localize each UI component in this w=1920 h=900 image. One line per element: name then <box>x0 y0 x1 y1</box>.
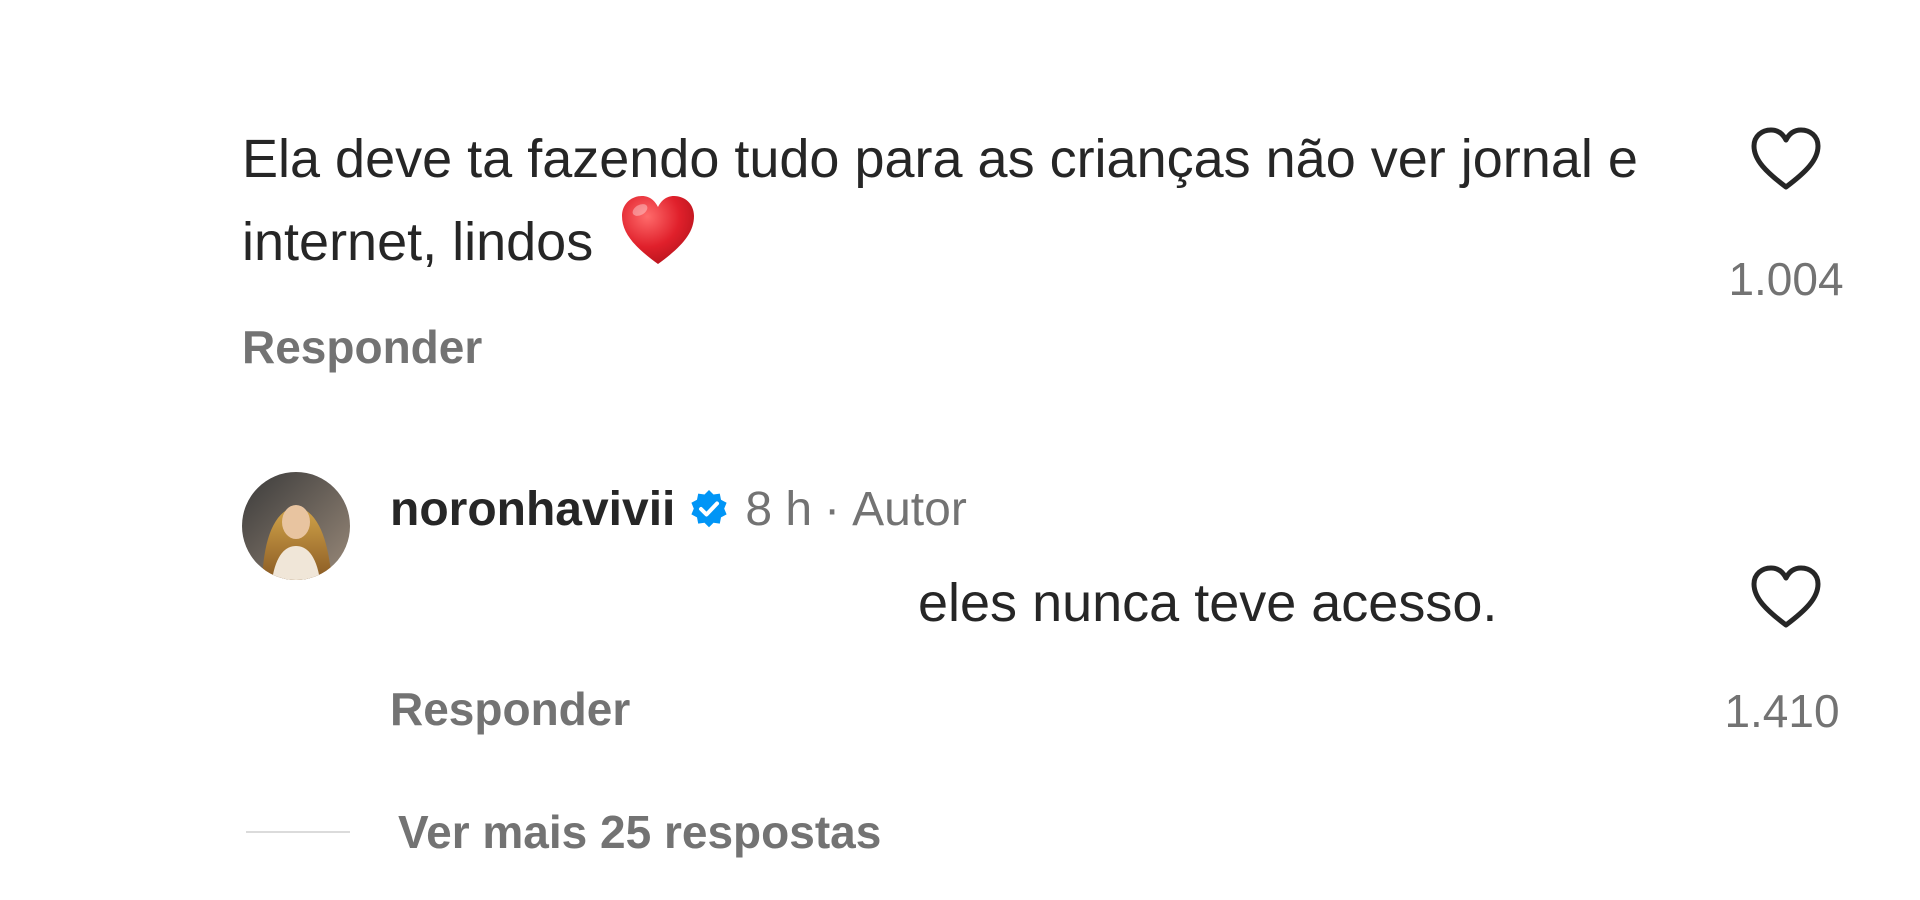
comment-body: Ela deve ta fazendo tudo para as criança… <box>242 129 1638 272</box>
comment-text: Ela deve ta fazendo tudo para as criança… <box>242 124 1642 285</box>
meta-separator: · <box>824 483 841 536</box>
heart-outline-icon <box>1750 127 1822 196</box>
author-tag: Autor <box>852 483 967 536</box>
reply-header: noronhavivii 8 h · Autor <box>390 482 967 537</box>
reply-like-button[interactable] <box>1746 564 1826 634</box>
reply-time: 8 h <box>745 483 813 536</box>
reply-text: eles nunca teve acesso. <box>918 573 1498 633</box>
view-more-divider <box>246 831 350 833</box>
view-more-label: Ver mais 25 respostas <box>398 806 882 858</box>
comment-like-button[interactable] <box>1746 126 1826 196</box>
red-heart-emoji-icon <box>618 194 698 285</box>
heart-outline-icon <box>1750 565 1822 634</box>
comment-reply-button[interactable]: Responder <box>242 320 482 374</box>
view-more-replies-button[interactable]: Ver mais 25 respostas <box>246 805 881 859</box>
verified-badge-icon <box>687 488 731 532</box>
comment-like-count: 1.004 <box>1728 253 1844 305</box>
avatar[interactable] <box>242 472 350 580</box>
username[interactable]: noronhavivii <box>390 482 675 537</box>
reply-reply-button[interactable]: Responder <box>390 682 630 736</box>
reply-like-count: 1.410 <box>1724 685 1840 737</box>
